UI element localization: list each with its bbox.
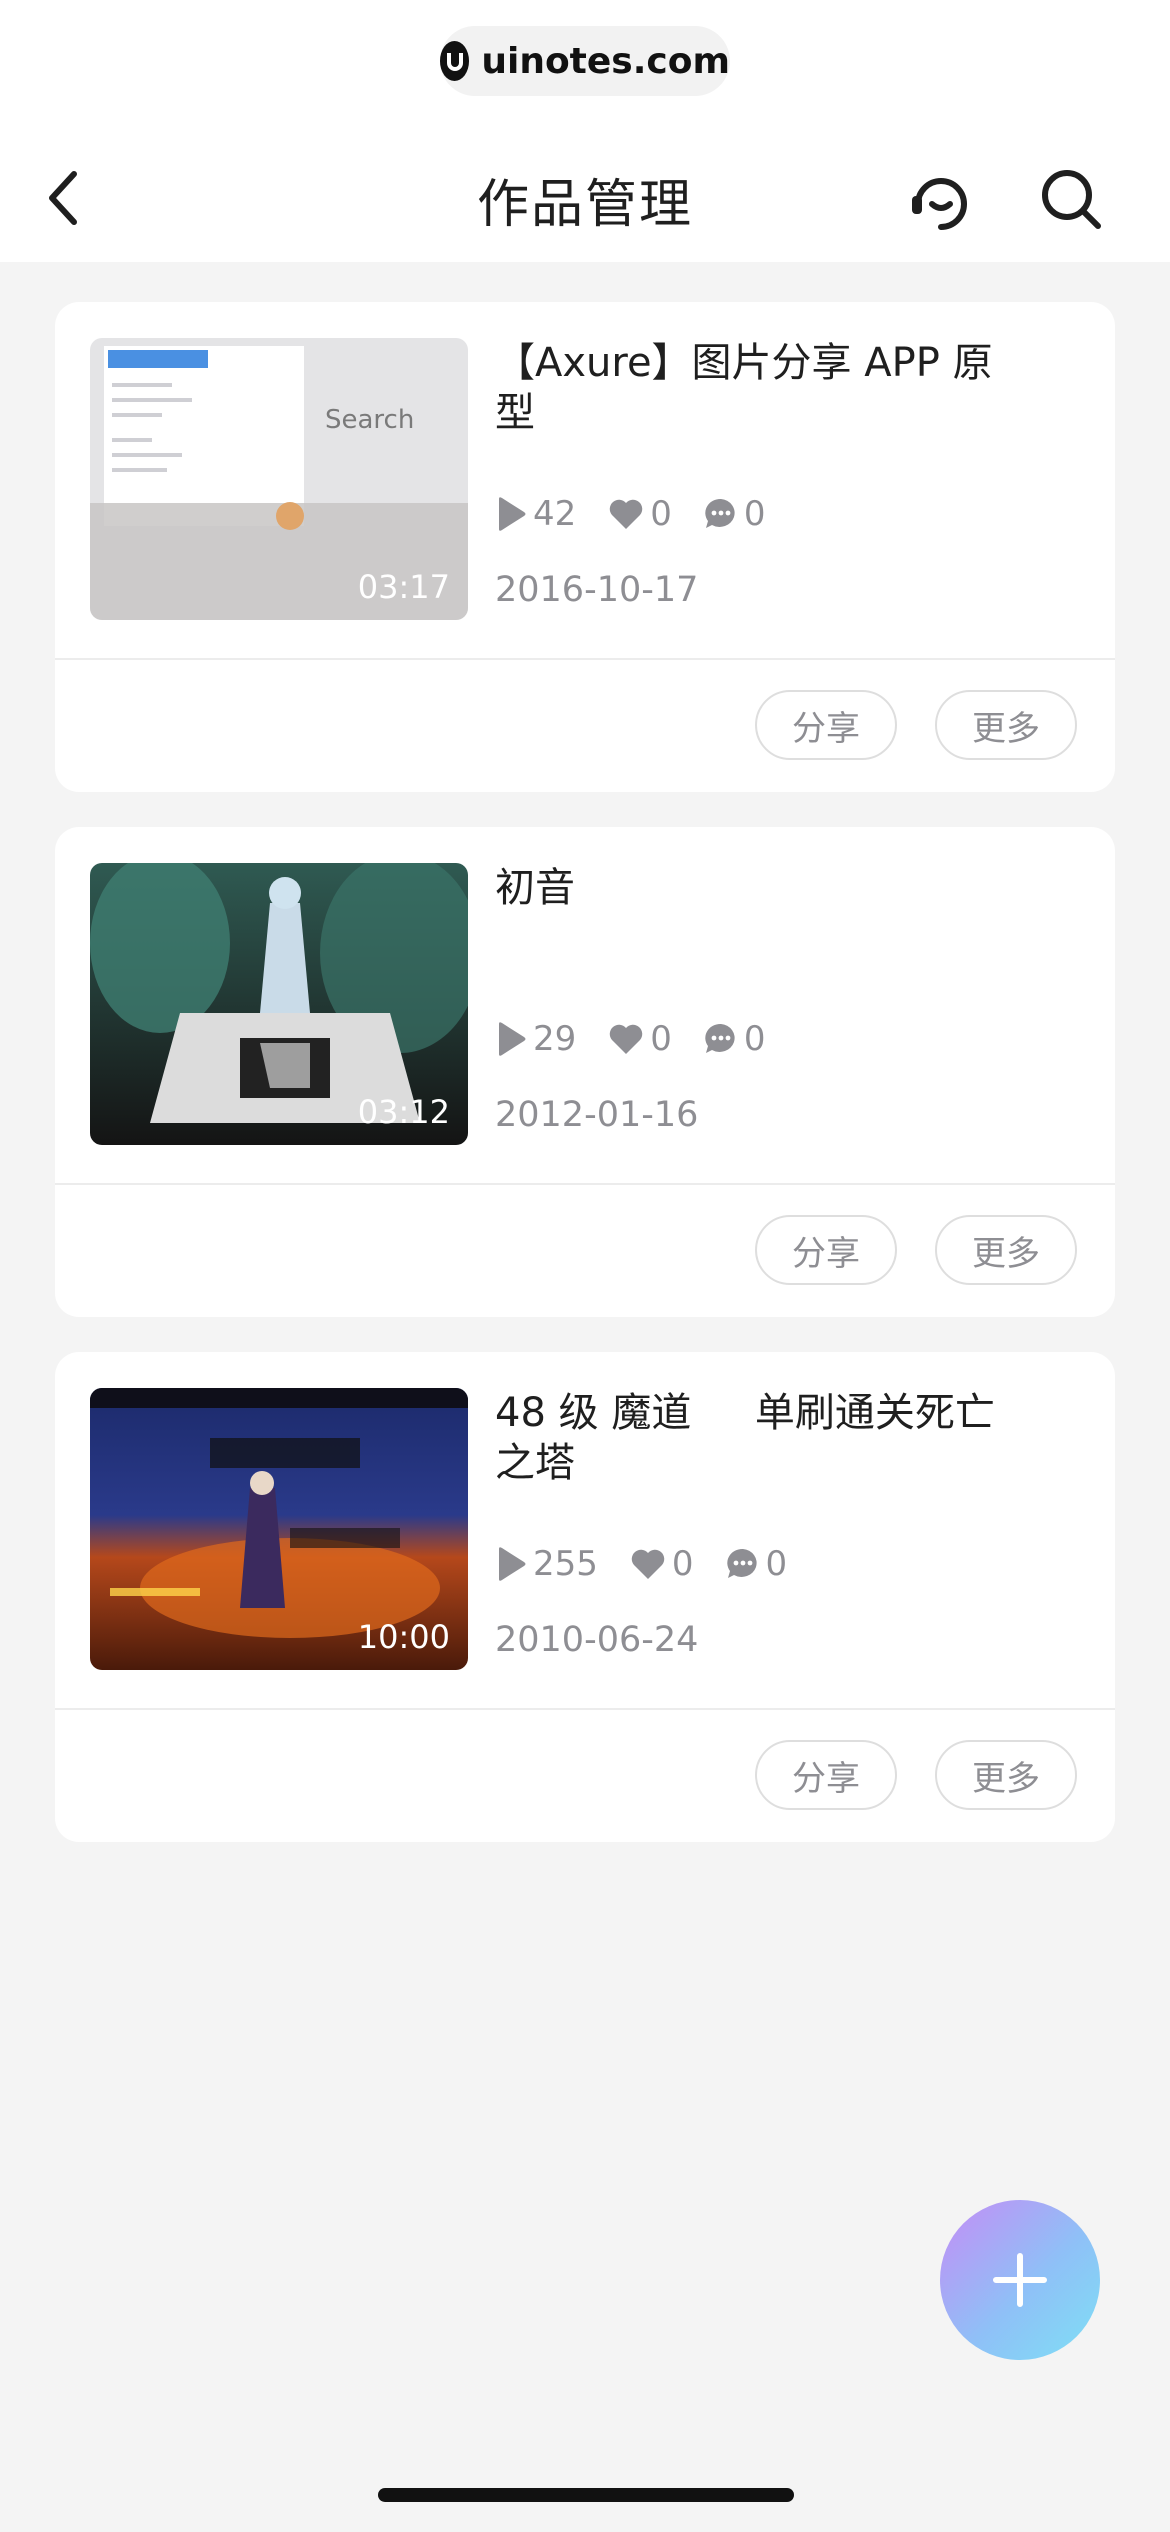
like-count: 0 (630, 1544, 694, 1584)
play-count: 42 (495, 494, 576, 534)
video-thumbnail[interactable]: 03:12 (90, 863, 468, 1145)
share-button[interactable]: 分享 (755, 690, 897, 760)
nav-bar: 作品管理 (0, 140, 1170, 250)
work-date: 2010-06-24 (495, 1620, 699, 1660)
work-date: 2012-01-16 (495, 1095, 699, 1135)
work-title[interactable]: 初音 (495, 863, 1015, 913)
work-stats: 255 0 0 (495, 1542, 787, 1586)
play-count: 255 (495, 1544, 598, 1584)
headset-icon (912, 178, 967, 230)
play-icon (499, 1022, 526, 1056)
site-logo-icon (440, 41, 470, 81)
like-count: 0 (608, 1019, 672, 1059)
search-button[interactable] (1038, 166, 1104, 232)
video-duration: 10:00 (357, 1618, 450, 1656)
play-icon (499, 1547, 526, 1581)
comment-count: 0 (726, 1544, 787, 1584)
work-card: 10:00 48 级 魔道 单刷通关死亡之塔 255 0 0 2010-06-2… (55, 1352, 1115, 1842)
comment-icon (705, 1023, 735, 1053)
work-stats: 42 0 0 (495, 492, 766, 536)
heart-icon (610, 1024, 643, 1054)
heart-icon (610, 499, 643, 529)
heart-icon (631, 1549, 665, 1579)
card-divider (55, 1708, 1115, 1710)
comment-icon (705, 498, 735, 528)
share-button[interactable]: 分享 (755, 1740, 897, 1810)
like-count: 0 (608, 494, 672, 534)
work-title[interactable]: 【Axure】图片分享 APP 原型 (495, 338, 1015, 438)
card-divider (55, 658, 1115, 660)
card-divider (55, 1183, 1115, 1185)
work-title[interactable]: 48 级 魔道 单刷通关死亡之塔 (495, 1388, 1015, 1488)
more-button[interactable]: 更多 (935, 1215, 1077, 1285)
comment-count: 0 (704, 1019, 766, 1059)
home-indicator (378, 2488, 794, 2502)
page-title: 作品管理 (476, 175, 693, 235)
search-icon (1042, 170, 1101, 229)
work-date: 2016-10-17 (495, 570, 699, 610)
more-button[interactable]: 更多 (935, 690, 1077, 760)
thumbnail-search-text: Search (325, 405, 414, 435)
work-card: Search 03:17 【Axure】图片分享 APP 原型 42 0 0 2… (55, 302, 1115, 792)
play-icon (499, 497, 526, 531)
share-button[interactable]: 分享 (755, 1215, 897, 1285)
play-count: 29 (495, 1019, 576, 1059)
video-thumbnail[interactable]: 10:00 (90, 1388, 468, 1670)
video-duration: 03:12 (357, 1093, 450, 1131)
comment-count: 0 (704, 494, 766, 534)
work-stats: 29 0 0 (495, 1017, 766, 1061)
comment-icon (726, 1548, 757, 1578)
support-button[interactable] (906, 166, 976, 236)
url-pill[interactable]: uinotes.com (440, 26, 730, 96)
more-button[interactable]: 更多 (935, 1740, 1077, 1810)
video-duration: 03:17 (357, 568, 450, 606)
top-bar: uinotes.com 作品管理 (0, 0, 1170, 262)
plus-icon (993, 2253, 1047, 2307)
video-thumbnail[interactable]: Search 03:17 (90, 338, 468, 620)
work-card: 03:12 初音 29 0 0 2012-01-16 分享 更多 (55, 827, 1115, 1317)
add-work-button[interactable] (940, 2200, 1100, 2360)
url-text: uinotes.com (481, 40, 730, 82)
